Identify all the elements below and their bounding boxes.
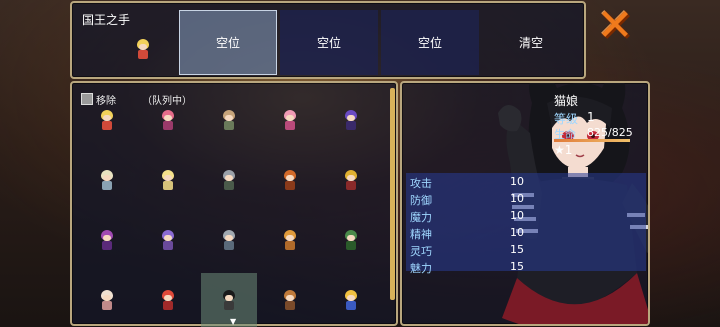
roster-cell[interactable] — [262, 93, 318, 149]
roster-cell[interactable] — [79, 93, 135, 149]
stat-label: 攻击 — [410, 177, 432, 190]
party-slots-panel: 国王之手 空位 空位 空位 清空 — [70, 1, 586, 79]
character-sprite — [98, 110, 116, 132]
character-sprite — [342, 230, 360, 252]
character-sprite — [98, 170, 116, 192]
panel-title: 国王之手 — [82, 13, 131, 27]
character-sprite — [281, 170, 299, 192]
stat-row: 魅力 15 — [406, 260, 526, 276]
scroll-down-arrow-icon[interactable]: ▼ — [230, 317, 236, 326]
roster-cell[interactable] — [201, 93, 257, 149]
roster-cell[interactable] — [79, 273, 135, 327]
character-sprite — [342, 170, 360, 192]
character-sprite — [159, 230, 177, 252]
roster-cell[interactable] — [140, 153, 196, 209]
roster-cell[interactable] — [262, 153, 318, 209]
character-sprite — [159, 170, 177, 192]
character-sprite — [281, 230, 299, 252]
character-sprite — [98, 230, 116, 252]
character-sprite — [281, 290, 299, 312]
clear-slots-label: 清空 — [518, 36, 543, 50]
stat-row: 精神 10 — [406, 226, 526, 242]
stat-value: 10 — [510, 175, 524, 188]
roster-cell[interactable] — [262, 213, 318, 269]
party-slot-3[interactable]: 空位 — [381, 10, 479, 75]
stat-label: 灵巧 — [410, 245, 432, 258]
roster-cell[interactable] — [323, 93, 379, 149]
roster-cell[interactable] — [201, 213, 257, 269]
character-sprite — [342, 290, 360, 312]
stat-value: 10 — [510, 226, 524, 239]
roster-scrollbar[interactable] — [390, 88, 395, 300]
hp-value: 825/825 — [587, 126, 633, 139]
level-value: 1 — [587, 110, 595, 124]
party-slot-2[interactable]: 空位 — [280, 10, 378, 75]
roster-cell[interactable] — [140, 273, 196, 327]
level-label: 等级 — [554, 112, 579, 126]
star-rating: ★1 — [554, 143, 573, 157]
character-sprite — [159, 110, 177, 132]
stat-label: 防御 — [410, 194, 432, 207]
roster-cell[interactable] — [323, 213, 379, 269]
character-sprite — [342, 110, 360, 132]
hp-bar — [554, 139, 630, 142]
roster-cell[interactable] — [79, 153, 135, 209]
roster-cell[interactable] — [262, 273, 318, 327]
roster-panel: 移除 （队列中） ▼ — [70, 81, 398, 327]
party-slot-1-label: 空位 — [215, 36, 240, 50]
character-sprite — [220, 290, 238, 312]
roster-cell[interactable] — [323, 273, 379, 327]
roster-cell[interactable] — [201, 273, 257, 327]
stat-value: 10 — [510, 209, 524, 222]
character-sprite — [98, 290, 116, 312]
stat-row: 灵巧 15 — [406, 243, 526, 259]
character-sprite — [159, 290, 177, 312]
party-slot-2-label: 空位 — [316, 36, 341, 50]
roster-cell[interactable] — [140, 213, 196, 269]
party-slot-1[interactable]: 空位 — [179, 10, 277, 75]
character-name: 猫娘 — [554, 94, 579, 108]
character-sprite — [281, 110, 299, 132]
stat-value: 10 — [510, 192, 524, 205]
stat-label: 魅力 — [410, 262, 432, 275]
close-icon[interactable]: ✕ — [591, 0, 639, 51]
stat-value: 15 — [510, 243, 524, 256]
character-detail-panel: 猫娘 等级 1 生命 825/825 ★1 攻击 10 防御 10 魔力 10 精神 10 灵巧… — [400, 81, 650, 326]
hp-bar-fill — [554, 139, 630, 142]
stat-row: 防御 10 — [406, 192, 526, 208]
stat-row: 魔力 10 — [406, 209, 526, 225]
roster-cell[interactable] — [201, 153, 257, 209]
party-slot-3-label: 空位 — [417, 36, 442, 50]
character-sprite — [220, 230, 238, 252]
roster-cell[interactable] — [323, 153, 379, 209]
character-sprite — [220, 170, 238, 192]
stat-row: 攻击 10 — [406, 175, 526, 191]
character-sprite — [220, 110, 238, 132]
roster-cell[interactable] — [79, 213, 135, 269]
leader-sprite[interactable] — [134, 39, 152, 61]
roster-cell[interactable] — [140, 93, 196, 149]
stat-label: 精神 — [410, 228, 432, 241]
clear-slots-button[interactable]: 清空 — [482, 10, 580, 75]
stat-value: 15 — [510, 260, 524, 273]
stat-label: 魔力 — [410, 211, 432, 224]
